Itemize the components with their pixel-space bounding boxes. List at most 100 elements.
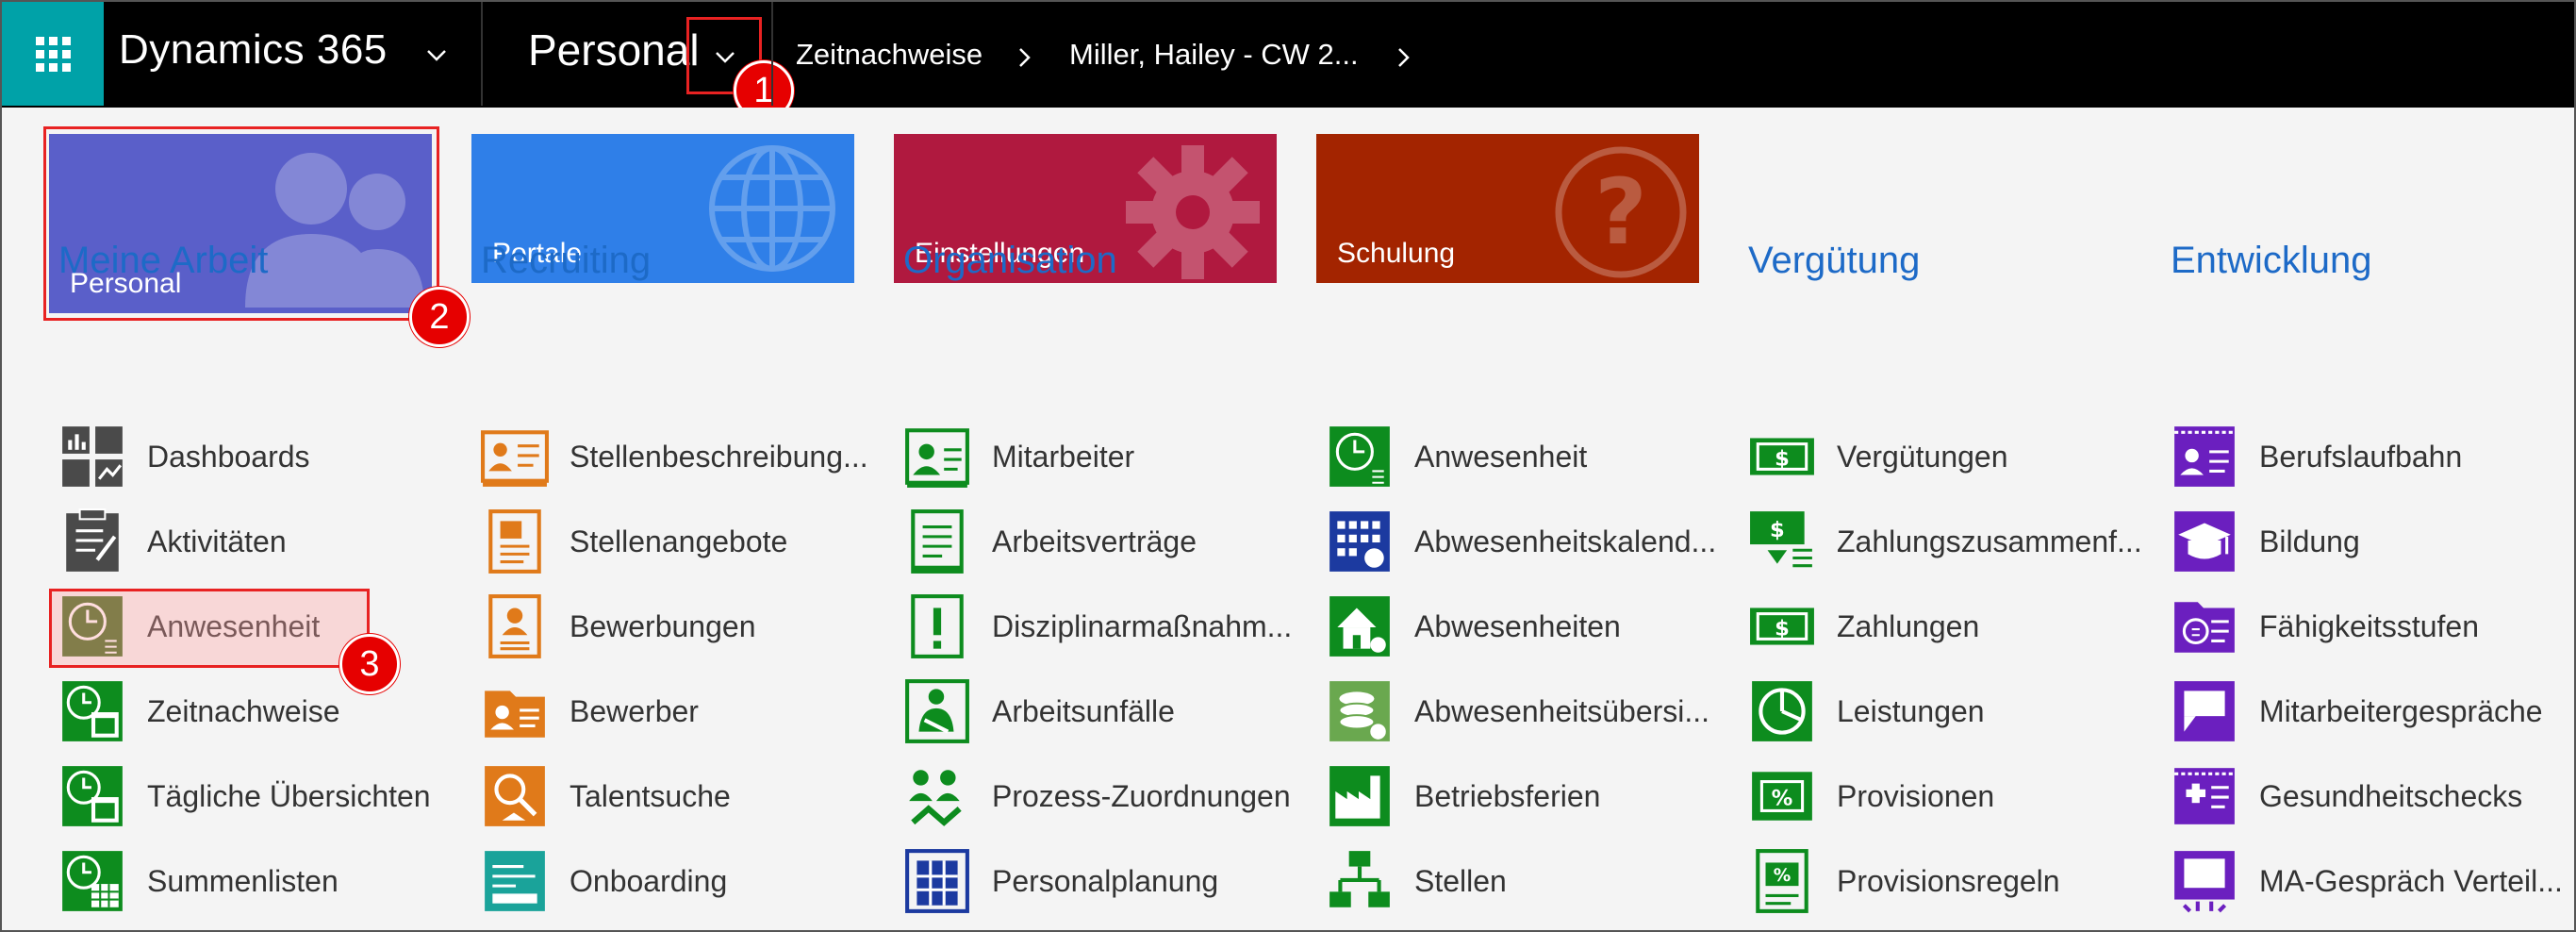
nav-item-recruiting-4[interactable]: Talentsuche bbox=[481, 760, 731, 832]
nav-item-label: Arbeitsunfälle bbox=[992, 693, 1175, 728]
id-card-icon bbox=[481, 423, 549, 491]
nav-item-label: Stellen bbox=[1414, 863, 1507, 898]
breadcrumb-record[interactable]: Miller, Hailey - CW 2... bbox=[1069, 38, 1359, 72]
nav-item-organisation2-0[interactable]: Anwesenheit bbox=[1326, 421, 1587, 492]
nav-item-meine_arbeit-0[interactable]: Dashboards bbox=[58, 421, 310, 492]
svg-text:%: % bbox=[1772, 786, 1793, 810]
pie-icon bbox=[1748, 677, 1816, 745]
coins-icon bbox=[1326, 677, 1394, 745]
top-navigation-bar: Dynamics 365 Personal 1 Zeitnachweise Mi… bbox=[2, 2, 2574, 121]
nav-item-label: Arbeitsverträge bbox=[992, 524, 1197, 558]
factory-icon bbox=[1326, 762, 1394, 830]
nav-item-recruiting-5[interactable]: Onboarding bbox=[481, 845, 727, 917]
nav-item-organisation2-5[interactable]: Stellen bbox=[1326, 845, 1507, 917]
nav-item-entwicklung-3[interactable]: Mitarbeitergespräche bbox=[2171, 675, 2543, 747]
item-highlight bbox=[49, 589, 370, 668]
nav-item-verguetung-0[interactable]: $ Vergütungen bbox=[1748, 421, 2008, 492]
nav-item-label: Zeitnachweise bbox=[147, 693, 340, 728]
nav-item-recruiting-0[interactable]: Stellenbeschreibung... bbox=[481, 421, 868, 492]
applicant-folder-icon bbox=[481, 677, 549, 745]
tile-schulung[interactable]: ? Schulung bbox=[1316, 134, 1699, 283]
clock-icon bbox=[1326, 423, 1394, 491]
nav-item-recruiting-1[interactable]: Stellenangebote bbox=[481, 506, 787, 577]
career-icon bbox=[2171, 423, 2238, 491]
callout-badge-3: 3 bbox=[339, 634, 400, 694]
nav-item-verguetung-4[interactable]: % Provisionen bbox=[1748, 760, 1994, 832]
nav-item-recruiting-3[interactable]: Bewerber bbox=[481, 675, 699, 747]
calendar-icon bbox=[1326, 508, 1394, 575]
breadcrumb-zeitnachweise[interactable]: Zeitnachweise bbox=[796, 38, 983, 72]
nav-item-label: Prozess-Zuordnungen bbox=[992, 778, 1291, 813]
tile-label: Schulung bbox=[1337, 238, 1456, 269]
graduation-icon bbox=[2171, 508, 2238, 575]
nav-item-label: Aktivitäten bbox=[147, 524, 287, 558]
area-chevron-down-icon[interactable] bbox=[709, 42, 741, 74]
building-icon bbox=[903, 847, 971, 915]
app-chevron-down-icon[interactable] bbox=[421, 40, 453, 72]
breadcrumb-chevron-right-icon bbox=[1011, 42, 1039, 74]
nav-item-meine_arbeit-1[interactable]: Aktivitäten bbox=[58, 506, 287, 577]
nav-item-label: Zahlungszusammenf... bbox=[1837, 524, 2142, 558]
nav-item-recruiting-2[interactable]: Bewerbungen bbox=[481, 591, 755, 662]
group-heading-organisation: Organisation bbox=[903, 240, 1117, 281]
nav-item-verguetung-1[interactable]: $ Zahlungszusammenf... bbox=[1748, 506, 2142, 577]
nav-item-verguetung-3[interactable]: Leistungen bbox=[1748, 675, 1985, 747]
svg-text:$: $ bbox=[1775, 616, 1790, 641]
org-chart-icon bbox=[1326, 847, 1394, 915]
nav-item-organisation2-1[interactable]: Abwesenheitskalend... bbox=[1326, 506, 1716, 577]
area-title[interactable]: Personal bbox=[528, 25, 700, 75]
nav-item-label: Mitarbeitergespräche bbox=[2259, 693, 2543, 728]
nav-item-meine_arbeit-4[interactable]: Tägliche Übersichten bbox=[58, 760, 431, 832]
document-icon bbox=[481, 508, 549, 575]
nav-item-organisation2-2[interactable]: Abwesenheiten bbox=[1326, 591, 1621, 662]
nav-item-organisation2-4[interactable]: Betriebsferien bbox=[1326, 760, 1600, 832]
nav-item-label: Disziplinarmaßnahm... bbox=[992, 608, 1293, 643]
nav-item-label: Tägliche Übersichten bbox=[147, 778, 431, 813]
app-title[interactable]: Dynamics 365 bbox=[119, 26, 388, 74]
group-heading-verguetung: Vergütung bbox=[1748, 240, 1921, 281]
svg-text:?: ? bbox=[1594, 159, 1647, 265]
nav-item-label: Summenlisten bbox=[147, 863, 339, 898]
search-person-icon bbox=[481, 762, 549, 830]
app-launcher-waffle-icon[interactable] bbox=[2, 2, 104, 106]
nav-item-label: Stellenangebote bbox=[570, 524, 788, 558]
globe-icon bbox=[709, 145, 835, 272]
nav-item-entwicklung-2[interactable]: Fähigkeitsstufen bbox=[2171, 591, 2479, 662]
nav-item-organisation-1[interactable]: Arbeitsverträge bbox=[903, 506, 1197, 577]
money-icon: $ bbox=[1748, 423, 1816, 491]
nav-item-label: Bewerber bbox=[570, 693, 699, 728]
tile-highlight bbox=[43, 126, 439, 321]
onboarding-icon bbox=[481, 847, 549, 915]
clipboard-icon bbox=[58, 508, 126, 575]
nav-item-label: Provisionen bbox=[1837, 778, 1995, 813]
home-icon bbox=[1326, 592, 1394, 660]
nav-item-entwicklung-0[interactable]: Berufslaufbahn bbox=[2171, 421, 2462, 492]
calendar-clock-icon bbox=[58, 677, 126, 745]
callout-badge-2: 2 bbox=[409, 287, 470, 347]
contract-icon bbox=[903, 508, 971, 575]
nav-item-organisation-2[interactable]: Disziplinarmaßnahm... bbox=[903, 591, 1292, 662]
nav-item-label: Zahlungen bbox=[1837, 608, 1980, 643]
svg-text:%: % bbox=[1774, 866, 1792, 886]
nav-item-organisation-4[interactable]: Prozess-Zuordnungen bbox=[903, 760, 1291, 832]
nav-item-meine_arbeit-3[interactable]: Zeitnachweise bbox=[58, 675, 340, 747]
nav-item-organisation-0[interactable]: Mitarbeiter bbox=[903, 421, 1134, 492]
percent-doc-icon: % bbox=[1748, 847, 1816, 915]
breadcrumb-chevron-right-icon[interactable] bbox=[1390, 42, 1418, 74]
nav-item-meine_arbeit-5[interactable]: Summenlisten bbox=[58, 845, 339, 917]
nav-item-entwicklung-5[interactable]: MA-Gespräch Verteil... bbox=[2171, 845, 2563, 917]
nav-item-organisation-5[interactable]: Personalplanung bbox=[903, 845, 1218, 917]
group-heading-recruiting: Recruiting bbox=[481, 240, 652, 281]
skills-icon bbox=[2171, 592, 2238, 660]
nav-item-organisation-3[interactable]: Arbeitsunfälle bbox=[903, 675, 1175, 747]
calendar-grid-icon bbox=[58, 847, 126, 915]
nav-item-label: Bildung bbox=[2259, 524, 2360, 558]
nav-item-entwicklung-4[interactable]: Gesundheitschecks bbox=[2171, 760, 2522, 832]
nav-item-label: Personalplanung bbox=[992, 863, 1219, 898]
nav-item-label: Stellenbeschreibung... bbox=[570, 439, 868, 474]
nav-item-verguetung-2[interactable]: $ Zahlungen bbox=[1748, 591, 1979, 662]
nav-item-organisation2-3[interactable]: Abwesenheitsübersi... bbox=[1326, 675, 1709, 747]
nav-item-verguetung-5[interactable]: % Provisionsregeln bbox=[1748, 845, 2060, 917]
nav-item-entwicklung-1[interactable]: Bildung bbox=[2171, 506, 2360, 577]
money-summary-icon: $ bbox=[1748, 508, 1816, 575]
